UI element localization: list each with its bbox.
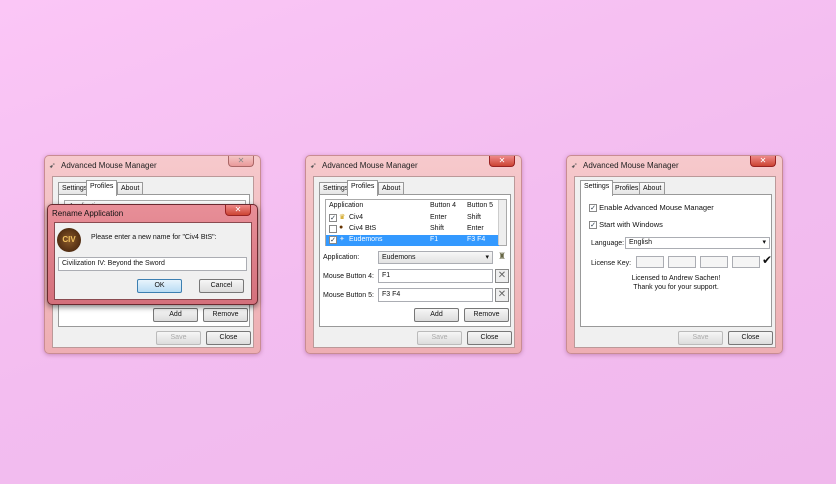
settings-panel: ✓ Enable Advanced Mouse Manager ✓ Start …	[580, 194, 772, 327]
close-button[interactable]: Close	[206, 331, 251, 345]
start-label: Start with Windows	[599, 220, 663, 229]
enable-checkbox[interactable]: ✓ Enable Advanced Mouse Manager	[589, 203, 714, 213]
close-window-button[interactable]: ✕	[228, 156, 254, 167]
close-button[interactable]: Close	[467, 331, 512, 345]
mouse-button4-input[interactable]: F1	[378, 269, 493, 283]
rename-dialog: Rename Application ✕ CIV Please enter a …	[47, 204, 258, 305]
profiles-panel: Application Button 4 Button 5 ✓ ♛ Civ4 E…	[319, 194, 511, 327]
row-checkbox[interactable]: ✓	[329, 214, 337, 222]
close-window-button[interactable]: ✕	[750, 156, 776, 167]
eudemons-icon: ✦	[339, 236, 345, 243]
mouse-button5-input[interactable]: F3 F4	[378, 288, 493, 302]
application-icon: ♜	[498, 251, 507, 261]
app-icon: ➹	[571, 161, 578, 170]
window-settings: ➹ Advanced Mouse Manager ✕ Settings Prof…	[566, 155, 783, 354]
row-checkbox[interactable]: ✓	[329, 236, 337, 244]
header-button5: Button 5	[467, 202, 494, 209]
cancel-button[interactable]: Cancel	[199, 279, 244, 293]
start-with-windows-checkbox[interactable]: ✓ Start with Windows	[589, 220, 663, 230]
tab-profiles[interactable]: Profiles	[86, 180, 118, 196]
window-title: Advanced Mouse Manager	[322, 161, 418, 170]
list-scrollbar[interactable]	[498, 200, 506, 245]
civ4bts-icon: ●	[339, 224, 344, 231]
window-title: Advanced Mouse Manager	[583, 161, 679, 170]
license-key-label: License Key:	[591, 260, 632, 267]
row-b4: Enter	[430, 214, 447, 221]
tab-profiles[interactable]: Profiles	[347, 180, 379, 196]
list-row[interactable]: ● Civ4 BtS Shift Enter	[326, 224, 499, 235]
remove-button[interactable]: Remove	[464, 308, 509, 322]
remove-button[interactable]: Remove	[203, 308, 248, 322]
new-name-input[interactable]: Civilization IV: Beyond the Sword	[58, 257, 247, 271]
language-select[interactable]: English ▾	[625, 237, 770, 249]
row-name: Eudemons	[349, 236, 383, 243]
dialog-close-button[interactable]: ✕	[225, 205, 251, 216]
license-key-part3[interactable]	[700, 256, 728, 268]
license-key-part2[interactable]	[668, 256, 696, 268]
save-button[interactable]: Save	[156, 331, 201, 345]
application-select[interactable]: Eudemons ▾	[378, 251, 493, 264]
tab-settings[interactable]: Settings	[580, 180, 614, 196]
clear-button4[interactable]: ✕	[495, 269, 509, 283]
mouse-button4-label: Mouse Button 4:	[323, 273, 374, 280]
add-button[interactable]: Add	[414, 308, 459, 322]
save-button[interactable]: Save	[678, 331, 723, 345]
client-area: Settings Profiles About ✓ Enable Advance…	[574, 176, 776, 348]
list-row[interactable]: ✓ ♛ Civ4 Enter Shift	[326, 213, 499, 224]
clear-button5[interactable]: ✕	[495, 288, 509, 302]
header-application: Application	[329, 202, 364, 209]
license-key-part1[interactable]	[636, 256, 664, 268]
header-button4: Button 4	[430, 202, 457, 209]
row-checkbox[interactable]	[329, 225, 337, 233]
app-icon: ➹	[49, 161, 56, 170]
row-b5: F3 F4	[467, 236, 486, 243]
checkmark-icon: ✔	[762, 253, 773, 267]
window-profiles: ➹ Advanced Mouse Manager ✕ Settings Prof…	[305, 155, 522, 354]
close-button[interactable]: Close	[728, 331, 773, 345]
row-name: Civ4 BtS	[349, 225, 377, 232]
row-name: Civ4	[349, 214, 364, 221]
row-b5: Shift	[467, 214, 482, 221]
row-b4: F1	[430, 236, 439, 243]
list-row-selected[interactable]: ✓ ✦ Eudemons F1 F3 F4	[326, 235, 499, 246]
client-area: Settings Profiles About Application Butt…	[313, 176, 515, 348]
language-label: Language:	[591, 240, 625, 247]
enable-label: Enable Advanced Mouse Manager	[599, 203, 714, 212]
dialog-title: Rename Application	[52, 209, 124, 218]
ok-button[interactable]: OK	[137, 279, 182, 293]
close-window-button[interactable]: ✕	[489, 156, 515, 167]
license-status: Licensed to Andrew Sachen! Thank you for …	[631, 275, 721, 291]
mouse-button5-label: Mouse Button 5:	[323, 292, 374, 299]
window-title: Advanced Mouse Manager	[61, 161, 157, 170]
add-button[interactable]: Add	[153, 308, 198, 322]
app-icon: ➹	[310, 161, 317, 170]
dialog-prompt: Please enter a new name for "Civ4 BtS":	[91, 234, 217, 241]
row-b5: Enter	[467, 225, 484, 232]
civ-icon: CIV	[57, 228, 81, 252]
row-b4: Shift	[430, 225, 445, 232]
app-list[interactable]: Application Button 4 Button 5 ✓ ♛ Civ4 E…	[325, 199, 507, 246]
application-label: Application:	[323, 254, 360, 261]
civ4-icon: ♛	[339, 214, 346, 221]
save-button[interactable]: Save	[417, 331, 462, 345]
license-key-part4[interactable]	[732, 256, 760, 268]
